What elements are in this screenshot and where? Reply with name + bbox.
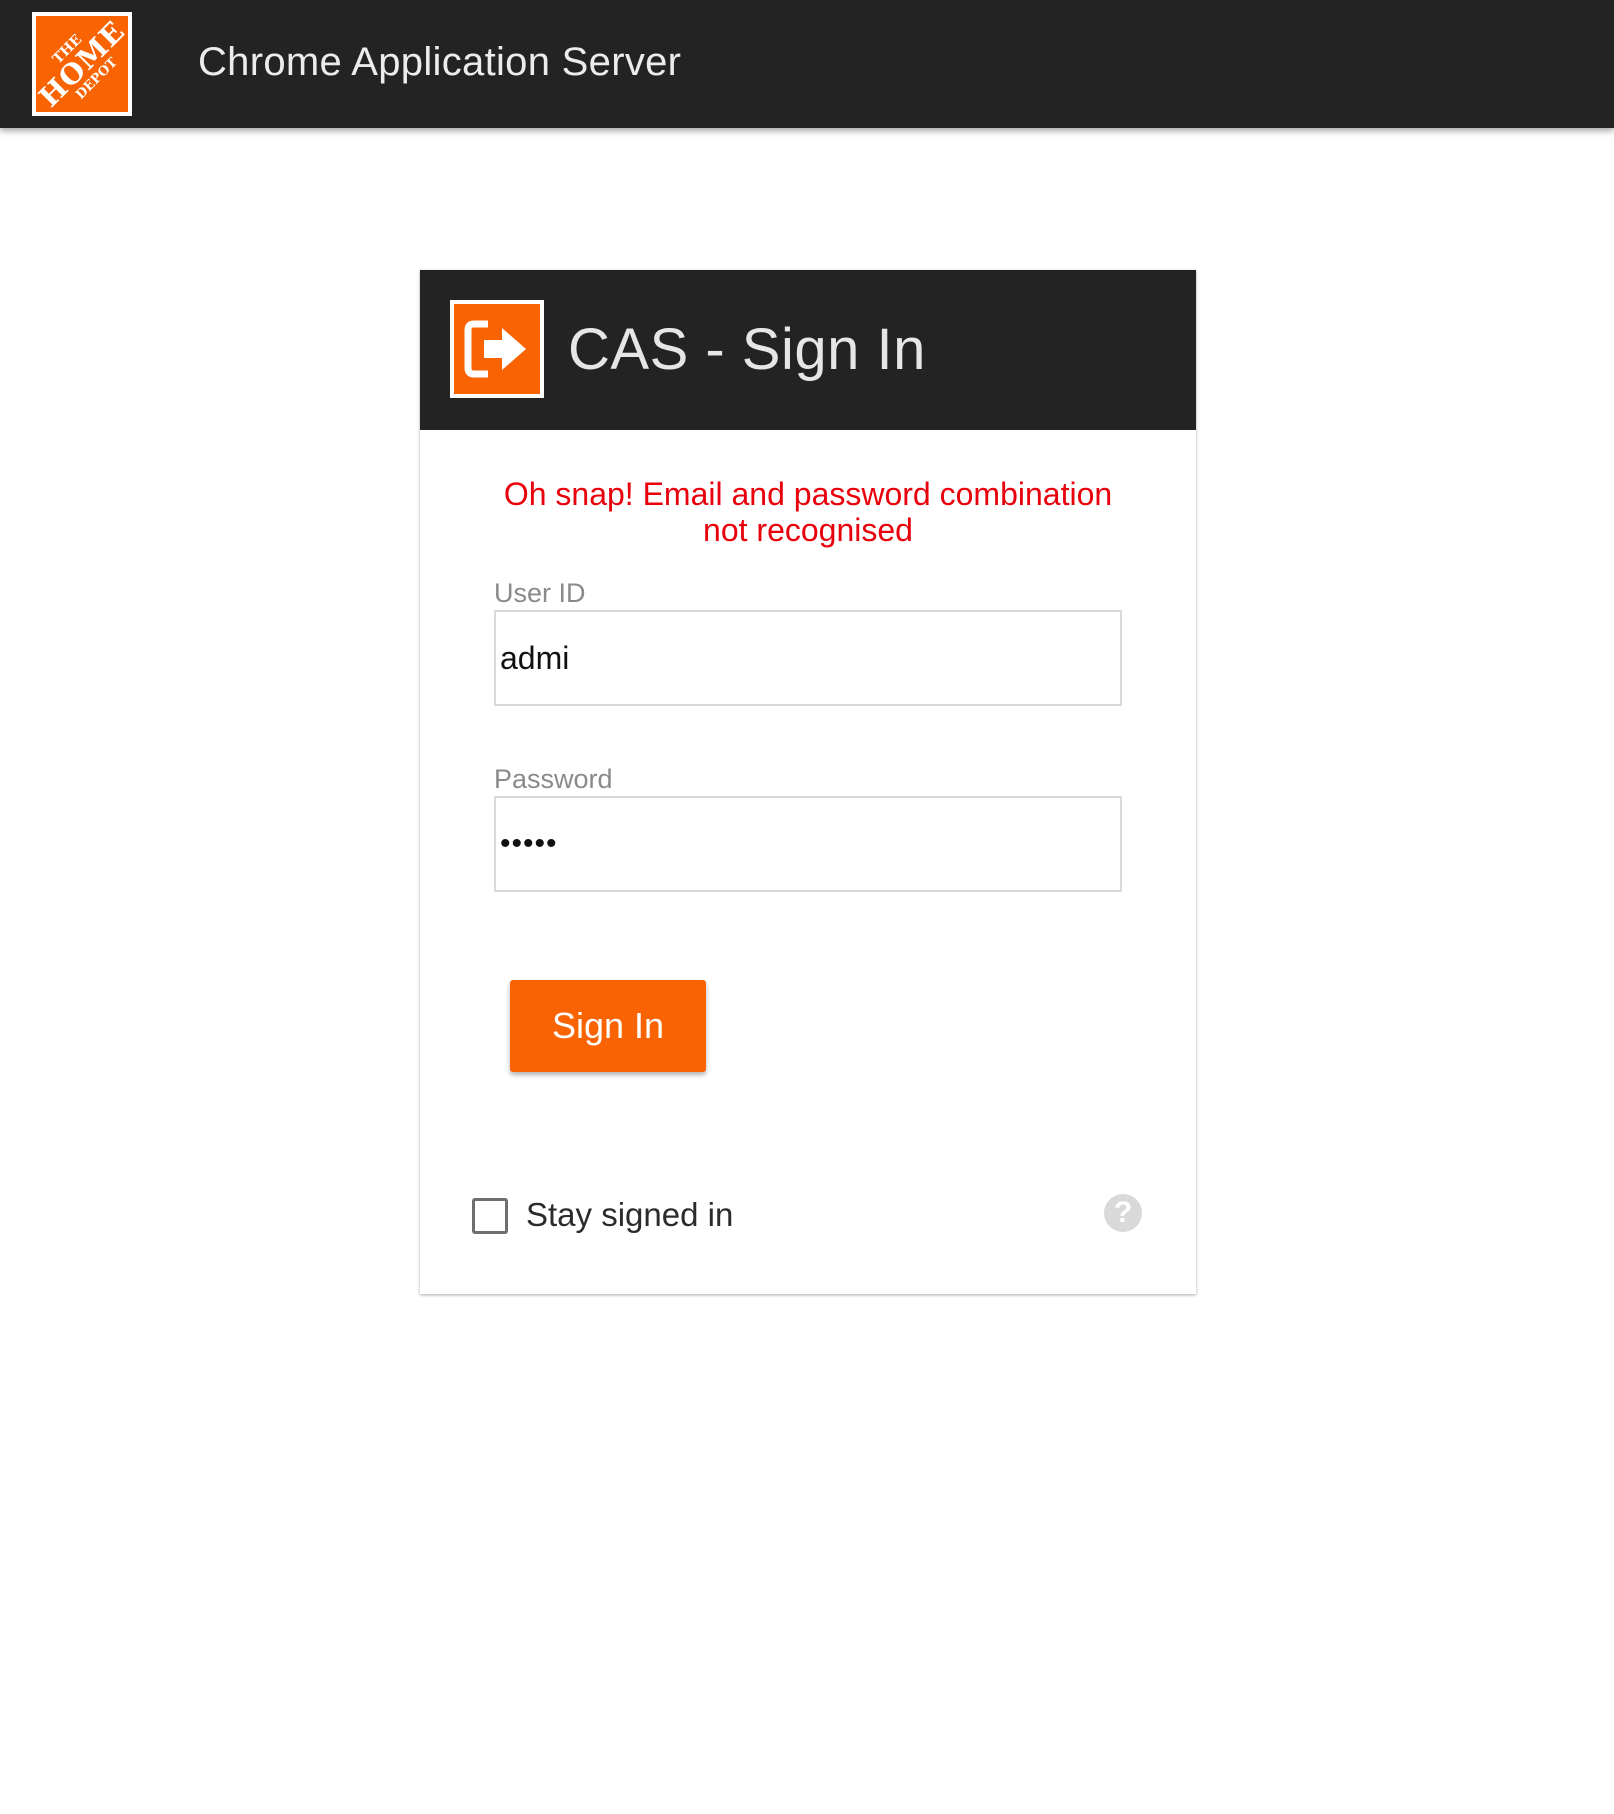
home-depot-logo: THE HOME DEPOT bbox=[32, 12, 132, 116]
error-message: Oh snap! Email and password combination … bbox=[503, 476, 1113, 548]
logo-wordmark: THE HOME DEPOT bbox=[36, 16, 128, 112]
top-app-bar: THE HOME DEPOT Chrome Application Server bbox=[0, 0, 1614, 128]
help-question-icon[interactable]: ? bbox=[1104, 1194, 1142, 1232]
user-id-input[interactable] bbox=[494, 610, 1122, 706]
sign-in-arrow-glyph bbox=[464, 320, 526, 378]
password-label: Password bbox=[494, 764, 613, 794]
sign-in-button[interactable]: Sign In bbox=[510, 980, 706, 1072]
card-title: CAS - Sign In bbox=[568, 317, 926, 382]
user-id-label: User ID bbox=[494, 578, 586, 608]
card-header: CAS - Sign In bbox=[420, 270, 1196, 430]
sign-in-card: CAS - Sign In Oh snap! Email and passwor… bbox=[420, 270, 1196, 1294]
sign-in-icon-background bbox=[454, 304, 540, 394]
stay-signed-in-checkbox[interactable] bbox=[472, 1198, 508, 1234]
logo-background: THE HOME DEPOT bbox=[36, 16, 128, 112]
sign-in-arrow-icon bbox=[450, 300, 544, 398]
app-title: Chrome Application Server bbox=[198, 40, 682, 84]
password-input[interactable] bbox=[494, 796, 1122, 892]
stay-signed-in-label[interactable]: Stay signed in bbox=[526, 1196, 733, 1234]
